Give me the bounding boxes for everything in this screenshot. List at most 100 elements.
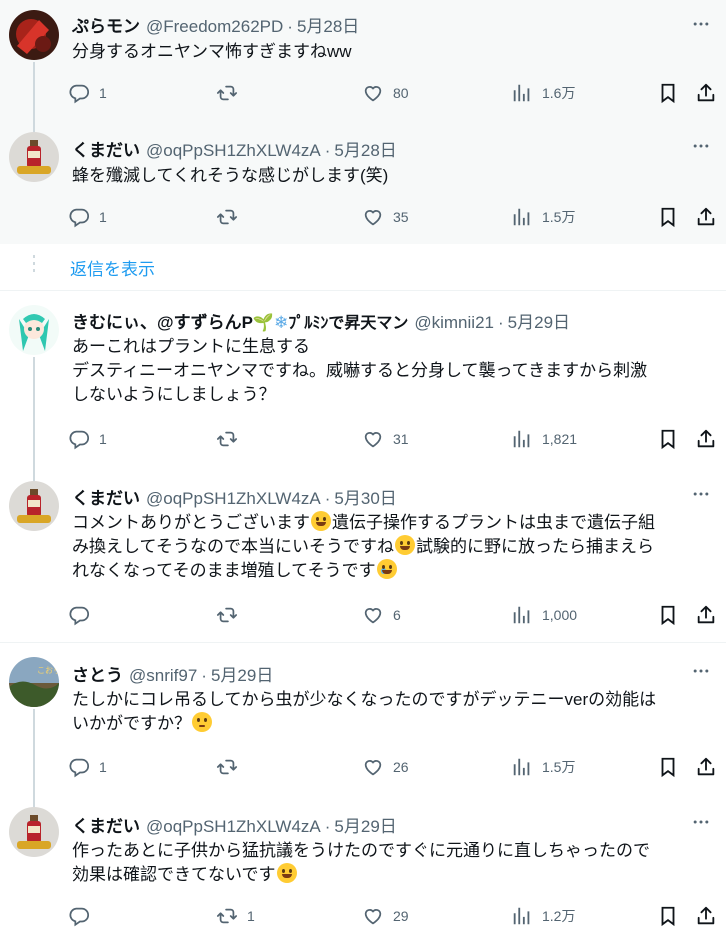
display-name[interactable]: くまだい bbox=[72, 812, 140, 837]
retweet-icon bbox=[216, 82, 238, 104]
show-replies-link[interactable]: 返信を表示 bbox=[70, 255, 155, 280]
like-button[interactable]: 26 bbox=[362, 754, 409, 780]
retweet-button[interactable]: 1 bbox=[216, 903, 255, 929]
avatar[interactable] bbox=[9, 10, 59, 60]
action-bar: 6 1,000 bbox=[68, 602, 726, 628]
tweet[interactable]: ぷらモン @Freedom262PD · 5月28日 分身するオニヤンマ怖すぎま… bbox=[0, 0, 726, 118]
views-button[interactable]: 1.5万 bbox=[511, 754, 575, 780]
bookmark-button[interactable] bbox=[657, 80, 679, 106]
like-count: 35 bbox=[393, 209, 409, 225]
reply-button[interactable] bbox=[68, 602, 99, 628]
retweet-icon bbox=[216, 905, 238, 927]
tweet-text-line: あーこれはプラントに生息する bbox=[72, 337, 310, 356]
views-button[interactable]: 1.5万 bbox=[511, 204, 575, 230]
display-name[interactable]: ぷらモン bbox=[72, 12, 140, 37]
post-date[interactable]: 5月28日 bbox=[334, 136, 396, 161]
avatar[interactable] bbox=[9, 481, 59, 531]
bookmark-icon bbox=[657, 428, 679, 450]
more-icon[interactable] bbox=[690, 812, 712, 832]
avatar[interactable] bbox=[9, 305, 59, 355]
reply-button[interactable] bbox=[68, 903, 99, 929]
action-bar: 1 80 1.6万 bbox=[68, 80, 726, 106]
views-button[interactable]: 1,000 bbox=[511, 602, 577, 628]
tweet-text-line: デスティニーオニヤンマですね。威嚇すると分身して襲ってきますから刺激 bbox=[72, 361, 648, 380]
views-button[interactable]: 1,821 bbox=[511, 426, 577, 452]
reply-button[interactable]: 1 bbox=[68, 80, 107, 106]
retweet-button[interactable] bbox=[216, 80, 247, 106]
display-name[interactable]: きむにぃ、@すずらんP🌱❄ﾌﾟﾙﾐﾝで昇天マン bbox=[72, 308, 408, 333]
share-button[interactable] bbox=[695, 903, 717, 929]
like-button[interactable]: 35 bbox=[362, 204, 409, 230]
action-bar: 1 29 1.2万 bbox=[68, 903, 726, 929]
user-handle[interactable]: @oqPpSH1ZhXLW4zA bbox=[146, 141, 321, 161]
reply-button[interactable]: 1 bbox=[68, 754, 107, 780]
retweet-button[interactable] bbox=[216, 754, 247, 780]
avatar[interactable]: こおり bbox=[9, 657, 59, 707]
post-date[interactable]: 5月29日 bbox=[508, 308, 570, 333]
view-count: 1,000 bbox=[542, 607, 578, 623]
tweet[interactable]: くまだい @oqPpSH1ZhXLW4zA · 5月30日 コメントありがとうご… bbox=[0, 469, 726, 641]
thread-line bbox=[33, 709, 35, 793]
like-button[interactable]: 31 bbox=[362, 426, 409, 452]
blushing-face-emoji bbox=[311, 511, 331, 531]
bookmark-button[interactable] bbox=[657, 426, 679, 452]
avatar[interactable] bbox=[9, 132, 59, 182]
user-handle[interactable]: @oqPpSH1ZhXLW4zA bbox=[146, 817, 321, 837]
like-button[interactable]: 29 bbox=[362, 903, 409, 929]
reply-button[interactable]: 1 bbox=[68, 204, 107, 230]
retweet-count: 1 bbox=[247, 908, 255, 924]
share-button[interactable] bbox=[695, 80, 717, 106]
tweet-text: コメントありがとうございます 遺伝子操作するプラントは虫まで遺伝子組 み換えしてそ… bbox=[72, 511, 720, 583]
bookmark-button[interactable] bbox=[657, 602, 679, 628]
bookmark-button[interactable] bbox=[657, 204, 679, 230]
like-button[interactable]: 80 bbox=[362, 80, 409, 106]
share-button[interactable] bbox=[695, 426, 717, 452]
tweet-text: 作ったあとに子供から猛抗議をうけたのですぐに元通りに直しちゃったので 効果は確認… bbox=[72, 839, 720, 887]
avatar[interactable] bbox=[9, 807, 59, 857]
bookmark-icon bbox=[657, 604, 679, 626]
like-icon bbox=[362, 206, 384, 228]
separator-dot: · bbox=[287, 17, 293, 36]
more-icon[interactable] bbox=[690, 484, 712, 504]
retweet-button[interactable] bbox=[216, 426, 247, 452]
user-handle[interactable]: @oqPpSH1ZhXLW4zA bbox=[146, 489, 321, 509]
views-button[interactable]: 1.6万 bbox=[511, 80, 575, 106]
tweet[interactable]: こおり さとう @snrif97 · 5月29日 たしかにコレ吊るしてから虫が少… bbox=[0, 643, 726, 793]
post-date[interactable]: 5月30日 bbox=[334, 484, 396, 509]
share-button[interactable] bbox=[695, 602, 717, 628]
retweet-button[interactable] bbox=[216, 204, 247, 230]
reply-button[interactable]: 1 bbox=[68, 426, 107, 452]
more-icon[interactable] bbox=[690, 136, 712, 156]
post-date[interactable]: 5月29日 bbox=[334, 812, 396, 837]
tweet[interactable]: くまだい @oqPpSH1ZhXLW4zA · 5月29日 作ったあとに子供から… bbox=[0, 793, 726, 939]
user-handle[interactable]: @Freedom262PD bbox=[146, 17, 283, 37]
user-handle[interactable]: @kimnii21 bbox=[414, 313, 494, 333]
tweet-text-segment: み換えしてそうなので本当にいそうですね bbox=[72, 537, 394, 556]
view-count: 1,821 bbox=[542, 431, 578, 447]
retweet-button[interactable] bbox=[216, 602, 247, 628]
more-icon[interactable] bbox=[690, 661, 712, 681]
tweet-header: きむにぃ、@すずらんP🌱❄ﾌﾟﾙﾐﾝで昇天マン @kimnii21 · 5月29… bbox=[72, 308, 686, 333]
share-button[interactable] bbox=[695, 754, 717, 780]
retweet-icon bbox=[216, 428, 238, 450]
bookmark-button[interactable] bbox=[657, 754, 679, 780]
display-name[interactable]: くまだい bbox=[72, 484, 140, 509]
bookmark-button[interactable] bbox=[657, 903, 679, 929]
thread-line bbox=[33, 469, 35, 481]
like-button[interactable]: 6 bbox=[362, 602, 401, 628]
display-name[interactable]: さとう bbox=[72, 661, 123, 686]
user-handle[interactable]: @snrif97 bbox=[129, 666, 197, 686]
more-icon[interactable] bbox=[690, 14, 712, 34]
tweet-header: さとう @snrif97 · 5月29日 bbox=[72, 661, 686, 686]
post-date[interactable]: 5月29日 bbox=[211, 661, 273, 686]
views-button[interactable]: 1.2万 bbox=[511, 903, 575, 929]
post-date[interactable]: 5月28日 bbox=[297, 12, 359, 37]
thread-line bbox=[33, 357, 35, 469]
display-name[interactable]: くまだい bbox=[72, 136, 140, 161]
tweet-text-segment: 試験的に野に放ったら捕まえら bbox=[415, 537, 654, 556]
tweet[interactable]: くまだい @oqPpSH1ZhXLW4zA · 5月28日 蜂を殲滅してくれそう… bbox=[0, 118, 726, 244]
tweet-header: ぷらモン @Freedom262PD · 5月28日 bbox=[72, 12, 686, 37]
tweet[interactable]: きむにぃ、@すずらんP🌱❄ﾌﾟﾙﾐﾝで昇天マン @kimnii21 · 5月29… bbox=[0, 291, 726, 469]
snowflake-emoji: ❄ bbox=[274, 313, 289, 332]
share-button[interactable] bbox=[695, 204, 717, 230]
